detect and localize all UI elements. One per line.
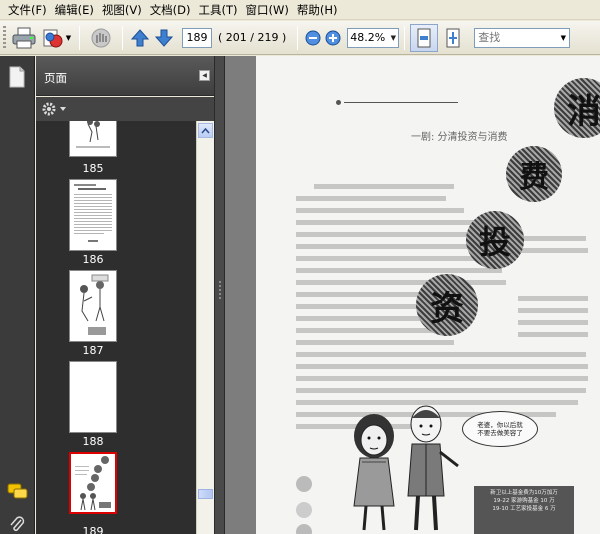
section-sub-heading: 一剧: 分清投资与消费 — [411, 132, 508, 143]
previous-page-button[interactable] — [128, 25, 152, 51]
document-page: 一剧: 分清投资与消费 消 费 投 资 老婆，你以后就 不要去做美容了 新卫以上… — [256, 56, 600, 534]
toolbar: ▼ ( 201 / 219 ) 48.2% ▼ — [0, 21, 600, 55]
fit-width-icon — [446, 28, 460, 47]
toolbar-separator — [297, 25, 299, 50]
thumbnail-label: 188 — [82, 435, 104, 448]
zoom-level-value: 48.2% — [350, 31, 386, 44]
next-page-button[interactable] — [152, 25, 176, 51]
print-button[interactable] — [10, 25, 38, 51]
title-character: 费 — [506, 146, 562, 202]
splitter-grip[interactable] — [219, 281, 221, 301]
investment-sign: 新卫以上基金费为10万加万 19-22 家游购基金 10 万 19-10 工艺家… — [474, 486, 574, 534]
thumbnail-image — [80, 274, 109, 335]
page-thumbnail[interactable] — [69, 179, 117, 251]
thumbnail-label: 185 — [82, 162, 104, 175]
margin-dot — [296, 502, 312, 518]
toolbar-separator — [404, 25, 406, 50]
chevron-down-icon: ▼ — [390, 33, 396, 42]
toolbar-grip[interactable] — [3, 25, 6, 50]
thumbnail-image — [75, 456, 111, 511]
hand-tool-icon — [91, 28, 111, 47]
chevron-down-icon: ▼ — [560, 33, 566, 42]
chevron-up-icon — [201, 127, 210, 133]
menu-file[interactable]: 文件(F) — [4, 1, 51, 19]
zoom-in-button[interactable] — [323, 25, 343, 51]
thumbnail-image — [74, 184, 112, 242]
zoom-out-button[interactable] — [303, 25, 323, 51]
pane-options-bar — [36, 97, 214, 121]
arrow-up-icon — [130, 28, 150, 46]
page-thumbnail-selected[interactable] — [69, 452, 117, 514]
menu-bar: 文件(F) 编辑(E) 视图(V) 文档(D) 工具(T) 窗口(W) 帮助(H… — [0, 0, 600, 20]
printer-icon — [12, 27, 36, 48]
page-thumbnail[interactable] — [69, 270, 117, 342]
menu-document[interactable]: 文档(D) — [146, 1, 195, 19]
menu-view[interactable]: 视图(V) — [98, 1, 146, 19]
export-button[interactable]: ▼ — [38, 25, 74, 51]
toolbar-separator — [122, 25, 123, 50]
collapse-pane-button[interactable]: ◀ — [199, 70, 210, 81]
page-count: ( 201 / 219 ) — [218, 31, 287, 44]
scroll-thumb[interactable] — [198, 489, 213, 499]
arrow-down-icon — [154, 29, 174, 47]
gear-icon — [42, 102, 66, 116]
fit-page-icon — [417, 28, 431, 47]
document-view[interactable]: 一剧: 分清投资与消费 消 费 投 资 老婆，你以后就 不要去做美容了 新卫以上… — [225, 56, 600, 534]
zoom-level-select[interactable]: 48.2% ▼ — [347, 27, 400, 48]
fit-page-button[interactable] — [410, 23, 439, 52]
margin-dot — [296, 524, 312, 534]
thumbnail-label: 187 — [82, 344, 104, 357]
thumbnail-label: 186 — [82, 253, 104, 266]
hand-tool-button[interactable] — [85, 25, 117, 51]
scroll-up-button[interactable] — [198, 123, 213, 138]
zoom-in-icon — [325, 30, 341, 45]
navigation-panel — [0, 56, 35, 534]
menu-tools[interactable]: 工具(T) — [195, 1, 242, 19]
title-character: 资 — [416, 274, 478, 336]
chevron-left-icon: ◀ — [202, 72, 207, 79]
search-field[interactable]: ▼ — [474, 27, 571, 48]
zoom-out-icon — [305, 30, 321, 45]
page-number-input[interactable] — [182, 27, 212, 48]
menu-window[interactable]: 窗口(W) — [242, 1, 293, 19]
speech-bubble: 老婆，你以后就 不要去做美容了 — [462, 411, 538, 447]
comments-panel-button[interactable] — [7, 483, 29, 504]
title-character: 投 — [466, 211, 524, 269]
thumbnail-image — [76, 121, 110, 148]
header-rule — [344, 102, 458, 103]
pages-panel-button[interactable] — [8, 66, 26, 91]
export-icon — [43, 29, 63, 47]
page-thumbnail[interactable] — [69, 121, 117, 157]
page-thumbnail[interactable] — [69, 361, 117, 433]
pages-pane-title: 页面 — [44, 71, 67, 85]
margin-dot — [296, 476, 312, 492]
toolbar-separator — [79, 25, 80, 50]
options-menu-button[interactable] — [42, 102, 68, 119]
pages-pane-header: 页面 ◀ — [36, 56, 214, 96]
search-input[interactable] — [475, 28, 556, 47]
paperclip-icon — [10, 516, 25, 532]
thumbnail-label: 189 — [82, 525, 104, 534]
pages-icon — [9, 66, 25, 88]
menu-help[interactable]: 帮助(H) — [293, 1, 342, 19]
cartoon-couple-illustration — [353, 405, 459, 531]
menu-edit[interactable]: 编辑(E) — [51, 1, 98, 19]
attachments-panel-button[interactable] — [9, 516, 25, 534]
pane-splitter[interactable] — [214, 56, 225, 534]
fit-width-button[interactable] — [438, 25, 468, 51]
comments-icon — [7, 483, 28, 499]
thumbnail-scrollbar[interactable] — [196, 121, 214, 534]
header-dot — [336, 100, 341, 105]
page-thumbnail-list: 185 186 187 188 189 — [36, 121, 196, 534]
chevron-down-icon: ▼ — [65, 33, 72, 42]
title-character: 消 — [554, 78, 600, 138]
